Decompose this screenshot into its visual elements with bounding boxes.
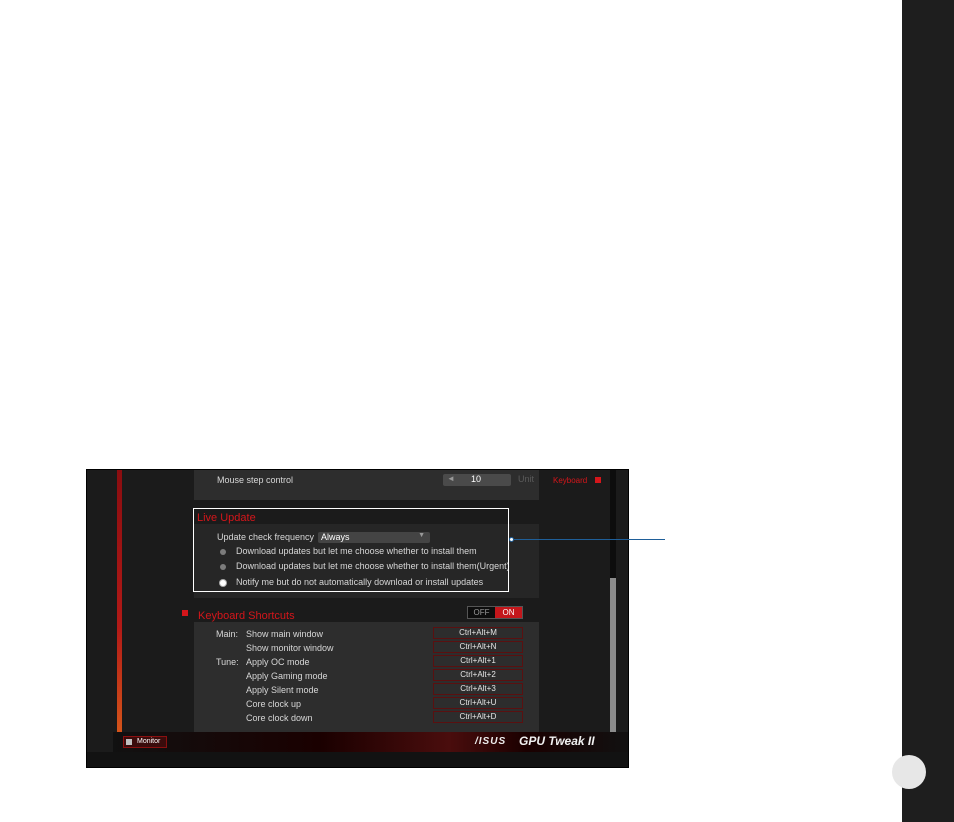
mouse-step-stepper[interactable]: ◄ 10 bbox=[443, 474, 511, 486]
shortcut-action: Apply OC mode bbox=[246, 657, 310, 667]
mouse-step-value: 10 bbox=[471, 474, 482, 484]
bottom-strip bbox=[87, 752, 628, 767]
decrease-arrow-icon[interactable]: ◄ bbox=[447, 474, 455, 483]
page-number-circle bbox=[892, 755, 926, 789]
asus-logo: /ISUS bbox=[475, 736, 507, 747]
gpu-tweak-settings-screenshot: Mouse step control ◄ 10 Unit Keyboard Li… bbox=[86, 469, 629, 768]
shortcut-action: Show main window bbox=[246, 629, 324, 639]
shortcut-key-field[interactable]: Ctrl+Alt+3 bbox=[433, 683, 523, 695]
toggle-on-label[interactable]: ON bbox=[495, 607, 522, 618]
shortcut-action: Apply Silent mode bbox=[246, 685, 319, 695]
shortcut-key-field[interactable]: Ctrl+Alt+M bbox=[433, 627, 523, 639]
shortcut-key-field[interactable]: Ctrl+Alt+2 bbox=[433, 669, 523, 681]
live-update-highlight-box bbox=[193, 508, 509, 592]
gpu-tweak-logo: GPU Tweak II bbox=[519, 734, 595, 748]
callout-line bbox=[512, 539, 665, 540]
shortcut-key-field[interactable]: Ctrl+Alt+N bbox=[433, 641, 523, 653]
scrollbar-thumb[interactable] bbox=[610, 578, 616, 732]
group-tune-label: Tune: bbox=[216, 657, 239, 667]
shortcut-key-field[interactable]: Ctrl+Alt+U bbox=[433, 697, 523, 709]
side-nav-keyboard[interactable]: Keyboard bbox=[553, 476, 587, 485]
shortcut-action: Apply Gaming mode bbox=[246, 671, 328, 681]
monitor-label: Monitor bbox=[137, 738, 161, 745]
mouse-step-label: Mouse step control bbox=[217, 475, 294, 485]
section-bullet-icon bbox=[182, 610, 188, 616]
keyboard-shortcuts-title: Keyboard Shortcuts bbox=[198, 610, 295, 622]
monitor-icon bbox=[126, 739, 132, 745]
side-nav-keyboard-marker bbox=[595, 477, 601, 483]
callout-dot bbox=[509, 537, 514, 542]
shortcut-key-field[interactable]: Ctrl+Alt+1 bbox=[433, 655, 523, 667]
keyboard-shortcuts-toggle[interactable]: OFF ON bbox=[467, 606, 523, 619]
toggle-off-label[interactable]: OFF bbox=[468, 607, 495, 618]
shortcut-key-field[interactable]: Ctrl+Alt+D bbox=[433, 711, 523, 723]
shortcut-action: Show monitor window bbox=[246, 643, 334, 653]
group-main-label: Main: bbox=[216, 629, 239, 639]
page-side-tab bbox=[892, 0, 954, 822]
shortcut-action: Core clock up bbox=[246, 699, 302, 709]
monitor-button[interactable]: Monitor bbox=[123, 736, 167, 748]
mouse-step-unit: Unit bbox=[518, 474, 535, 484]
left-accent-bar bbox=[117, 470, 122, 732]
shortcut-action: Core clock down bbox=[246, 713, 313, 723]
